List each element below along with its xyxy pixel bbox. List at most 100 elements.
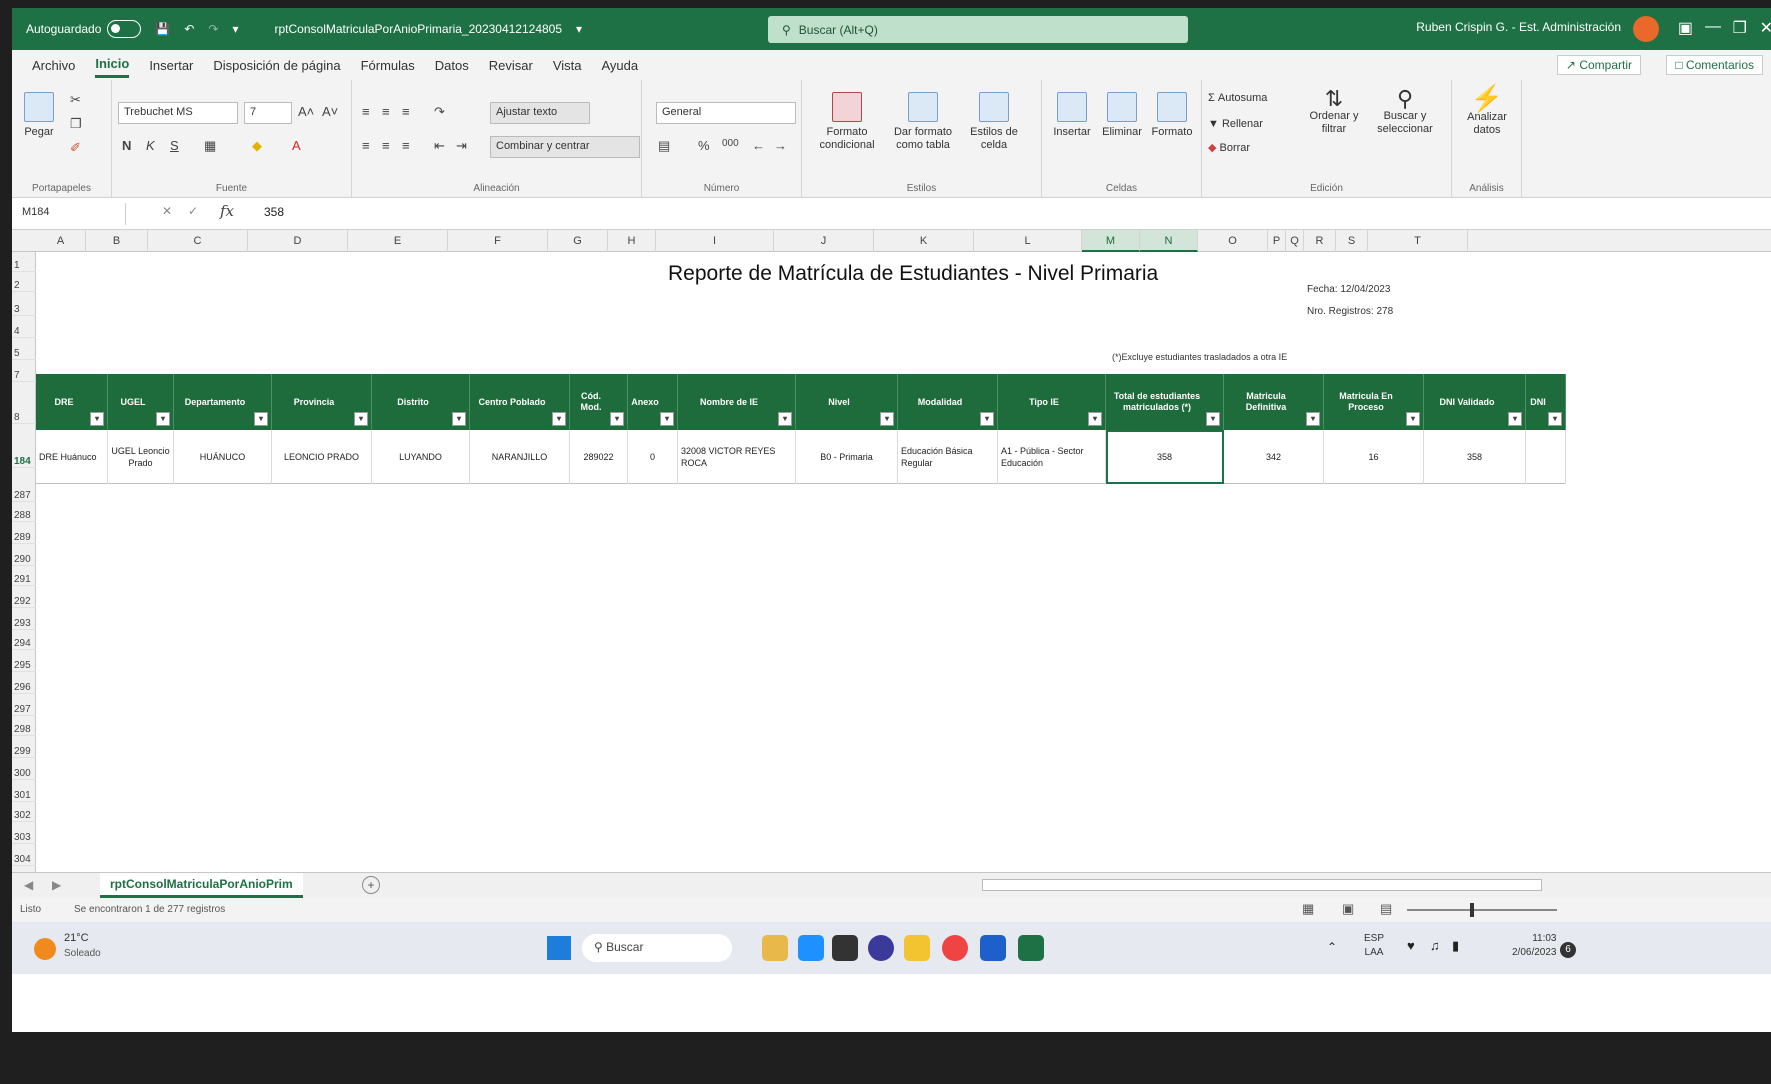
tab-inicio[interactable]: Inicio xyxy=(95,52,130,78)
column-header-k[interactable]: K xyxy=(874,230,974,252)
row-header-303[interactable]: 303 xyxy=(12,832,36,844)
filter-dropdown-icon[interactable]: ▾ xyxy=(1406,412,1420,426)
paste-button[interactable]: Pegar xyxy=(22,92,56,139)
weather-desc[interactable]: Soleado xyxy=(64,948,101,959)
row-header-8[interactable]: 8 xyxy=(12,412,36,424)
table-cell[interactable]: 358 xyxy=(1106,430,1224,484)
filter-dropdown-icon[interactable]: ▾ xyxy=(980,412,994,426)
table-cell[interactable]: NARANJILLO xyxy=(470,430,570,484)
row-header-299[interactable]: 299 xyxy=(12,746,36,758)
table-cell[interactable]: 289022 xyxy=(570,430,628,484)
table-cell[interactable]: 16 xyxy=(1324,430,1424,484)
row-header-291[interactable]: 291 xyxy=(12,574,36,586)
column-header-n[interactable]: N xyxy=(1140,230,1198,252)
conditional-format-button[interactable]: Formato condicional xyxy=(812,92,882,152)
align-middle-icon[interactable]: ≡ xyxy=(382,104,390,119)
table-cell[interactable] xyxy=(1526,430,1566,484)
row-header-1[interactable]: 1 xyxy=(12,260,36,272)
column-header-o[interactable]: O xyxy=(1198,230,1268,252)
italic-icon[interactable]: K xyxy=(146,138,155,153)
underline-icon[interactable]: S xyxy=(170,138,179,153)
wrap-text-button[interactable]: Ajustar texto xyxy=(490,102,590,124)
filter-dropdown-icon[interactable]: ▾ xyxy=(610,412,624,426)
align-top-icon[interactable]: ≡ xyxy=(362,104,370,119)
table-header-cell[interactable]: Modalidad ▾ xyxy=(898,374,998,430)
zoom-slider[interactable] xyxy=(1407,909,1557,911)
ribbon-display-icon[interactable]: ▣ xyxy=(1678,18,1693,38)
row-header-301[interactable]: 301 xyxy=(12,790,36,802)
column-header-p[interactable]: P xyxy=(1268,230,1286,252)
delete-cells-button[interactable]: Eliminar xyxy=(1098,92,1146,139)
report-title[interactable]: Reporte de Matrícula de Estudiantes - Ni… xyxy=(668,262,1158,286)
filter-dropdown-icon[interactable]: ▾ xyxy=(1508,412,1522,426)
row-header-304[interactable]: 304 xyxy=(12,854,36,866)
column-header-s[interactable]: S xyxy=(1336,230,1368,252)
avatar[interactable] xyxy=(1633,16,1659,42)
column-header-b[interactable]: B xyxy=(86,230,148,252)
column-header-t[interactable]: T xyxy=(1368,230,1468,252)
wifi-icon[interactable]: ♥ xyxy=(1407,938,1415,953)
table-header-cell[interactable]: Nivel ▾ xyxy=(796,374,898,430)
table-cell[interactable]: 358 xyxy=(1424,430,1526,484)
search-box[interactable]: ⚲ Buscar (Alt+Q) xyxy=(768,16,1188,43)
copy-icon[interactable]: ❐ xyxy=(70,116,82,132)
increase-indent-icon[interactable]: ⇥ xyxy=(456,138,467,154)
sort-filter-button[interactable]: ⇅ Ordenar y filtrar xyxy=(1302,88,1366,136)
outlook-icon[interactable] xyxy=(980,935,1006,961)
battery-icon[interactable]: ▮ xyxy=(1452,938,1459,954)
table-cell[interactable]: DRE Huánuco xyxy=(36,430,108,484)
column-header-c[interactable]: C xyxy=(148,230,248,252)
row-header-302[interactable]: 302 xyxy=(12,810,36,822)
photos-app-icon[interactable] xyxy=(762,935,788,961)
column-header-j[interactable]: J xyxy=(774,230,874,252)
file-explorer-icon[interactable] xyxy=(904,935,930,961)
tab-datos[interactable]: Datos xyxy=(435,54,469,77)
user-name[interactable]: Ruben Crispin G. - Est. Administración xyxy=(1416,20,1621,34)
tab-disposicion[interactable]: Disposición de página xyxy=(213,54,340,77)
filter-dropdown-icon[interactable]: ▾ xyxy=(1088,412,1102,426)
filter-dropdown-icon[interactable]: ▾ xyxy=(90,412,104,426)
row-header-287[interactable]: 287 xyxy=(12,490,36,502)
next-sheet-icon[interactable]: ▶ xyxy=(52,878,61,892)
fill-button[interactable]: ▼ Rellenar xyxy=(1208,118,1263,131)
table-header-cell[interactable]: Cód. Mod. ▾ xyxy=(570,374,628,430)
sheet-tab[interactable]: rptConsolMatriculaPorAnioPrim xyxy=(100,873,303,898)
fill-color-icon[interactable]: ◆ xyxy=(252,138,262,154)
customize-toolbar-icon[interactable]: ▾ xyxy=(232,22,238,36)
filter-dropdown-icon[interactable]: ▾ xyxy=(1548,412,1562,426)
filter-dropdown-icon[interactable]: ▾ xyxy=(880,412,894,426)
table-header-cell[interactable]: Matricula En Proceso ▾ xyxy=(1324,374,1424,430)
tray-chevron-icon[interactable]: ⌃ xyxy=(1327,940,1337,954)
excel-icon[interactable] xyxy=(1018,935,1044,961)
decrease-decimal-icon[interactable]: → xyxy=(774,138,787,153)
format-painter-icon[interactable]: ✐ xyxy=(70,140,81,156)
table-cell[interactable]: B0 - Primaria xyxy=(796,430,898,484)
table-cell[interactable]: 0 xyxy=(628,430,678,484)
table-header-cell[interactable]: Nombre de IE ▾ xyxy=(678,374,796,430)
filter-dropdown-icon[interactable]: ▾ xyxy=(354,412,368,426)
table-header-cell[interactable]: Tipo IE ▾ xyxy=(998,374,1106,430)
cancel-icon[interactable]: ✕ xyxy=(162,204,172,218)
table-cell[interactable]: LUYANDO xyxy=(372,430,470,484)
horizontal-scrollbar[interactable] xyxy=(982,879,1542,891)
restore-icon[interactable]: ❐ xyxy=(1733,18,1747,38)
title-dropdown-icon[interactable]: ▾ xyxy=(576,22,582,36)
table-header-cell[interactable]: DNI ▾ xyxy=(1526,374,1566,430)
thousands-icon[interactable]: 000 xyxy=(722,138,739,149)
report-note[interactable]: (*)Excluye estudiantes trasladados a otr… xyxy=(1112,352,1287,362)
report-date[interactable]: Fecha: 12/04/2023 xyxy=(1307,284,1390,295)
orientation-icon[interactable]: ↷ xyxy=(434,104,445,120)
align-left-icon[interactable]: ≡ xyxy=(362,138,370,153)
chrome-icon[interactable] xyxy=(942,935,968,961)
add-sheet-icon[interactable]: + xyxy=(362,876,380,894)
align-center-icon[interactable]: ≡ xyxy=(382,138,390,153)
row-header-184[interactable]: 184 xyxy=(12,456,36,468)
table-cell[interactable]: 32008 VICTOR REYES ROCA xyxy=(678,430,796,484)
zoom-thumb[interactable] xyxy=(1470,903,1474,917)
format-cells-button[interactable]: Formato xyxy=(1148,92,1196,139)
column-header-l[interactable]: L xyxy=(974,230,1082,252)
minimize-icon[interactable]: — xyxy=(1705,18,1721,36)
row-header-295[interactable]: 295 xyxy=(12,660,36,672)
percent-icon[interactable]: % xyxy=(698,138,710,153)
cell-styles-button[interactable]: Estilos de celda xyxy=(964,92,1024,152)
